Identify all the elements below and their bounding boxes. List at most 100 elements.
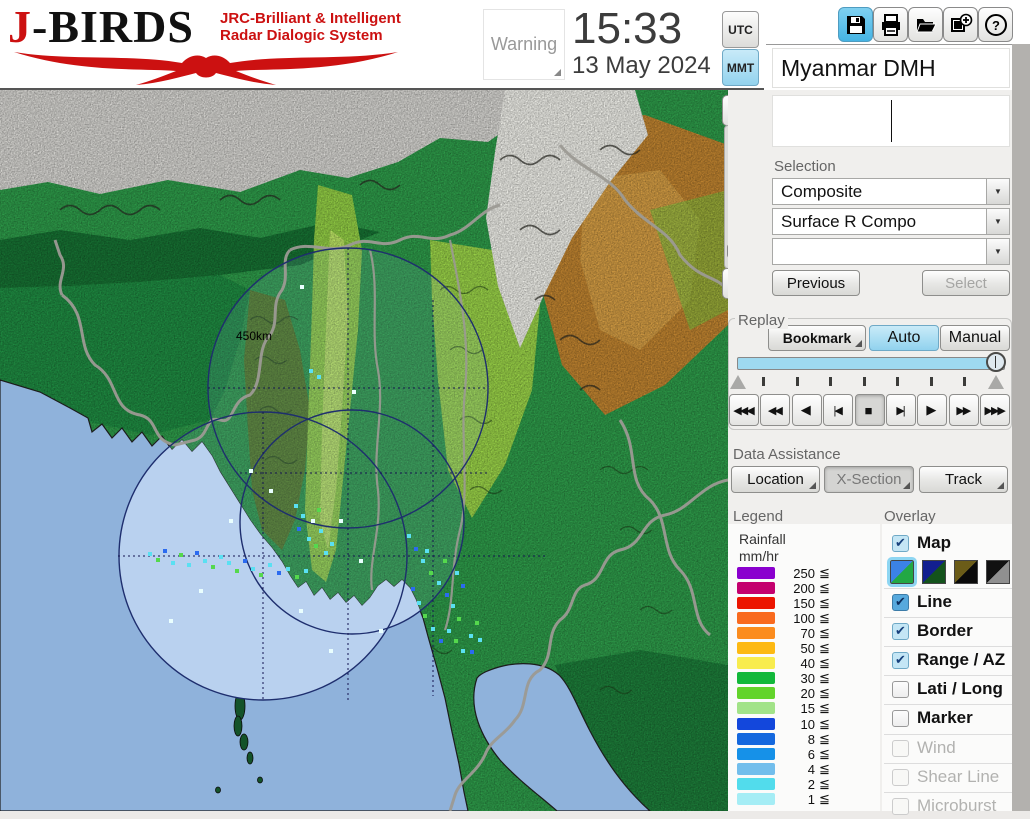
legend-value: 6 bbox=[807, 746, 815, 762]
timezone-utc-button[interactable]: UTC bbox=[722, 11, 759, 48]
echo-dot bbox=[229, 519, 233, 523]
legend-value: 20 bbox=[800, 686, 815, 702]
data-assistance-label: Data Assistance bbox=[733, 446, 841, 463]
overlay-item-label: Range / AZ bbox=[917, 650, 1006, 669]
overlay-row-line: ✔ Line bbox=[884, 588, 1012, 615]
legend-row: 40 ≦ bbox=[737, 655, 837, 672]
previous-button[interactable]: Previous bbox=[772, 270, 860, 296]
manual-mode-button[interactable]: Manual bbox=[940, 325, 1010, 351]
print-button[interactable] bbox=[873, 7, 908, 42]
slider-end-marker[interactable] bbox=[988, 375, 1004, 389]
map-style-terrain-gray[interactable] bbox=[986, 560, 1010, 584]
echo-dot bbox=[324, 551, 328, 555]
echo-dot bbox=[156, 558, 160, 562]
stop-button[interactable]: ■ bbox=[854, 394, 885, 426]
legend-row: 150 ≦ bbox=[737, 595, 837, 611]
chevron-down-icon[interactable]: ▼ bbox=[986, 239, 1009, 264]
toolbar-divider bbox=[766, 44, 1012, 45]
step-back-button[interactable]: |◀ bbox=[823, 394, 854, 426]
echo-dot bbox=[251, 567, 255, 571]
legend-value: 2 bbox=[807, 776, 815, 792]
echo-dot bbox=[249, 469, 253, 473]
x-section-button[interactable]: X-Section bbox=[824, 466, 914, 493]
location-button[interactable]: Location bbox=[731, 466, 820, 493]
step-forward-button[interactable]: ▶| bbox=[886, 394, 916, 426]
eagle-logo-icon bbox=[14, 52, 398, 85]
echo-dot bbox=[301, 514, 305, 518]
legend-lte-symbol: ≦ bbox=[819, 760, 830, 776]
jump-to-start-button[interactable]: ◀◀◀ bbox=[729, 394, 759, 426]
clock-time: 15:33 bbox=[572, 4, 683, 53]
radar-map[interactable]: 450km bbox=[0, 90, 730, 812]
echo-dot bbox=[330, 542, 334, 546]
line-checkbox[interactable]: ✔ bbox=[892, 593, 909, 611]
overlay-item-label: Map bbox=[917, 533, 951, 552]
range-ring-label: 450km bbox=[236, 329, 272, 343]
overlay-row-lati-long: Lati / Long bbox=[884, 675, 1012, 702]
track-button[interactable]: Track bbox=[919, 466, 1008, 493]
legend-value: 8 bbox=[807, 731, 815, 747]
echo-dot bbox=[187, 563, 191, 567]
selection-dropdown-2[interactable]: Surface R Compo ▼ bbox=[772, 208, 1010, 235]
selection-dropdown-3[interactable]: ▼ bbox=[772, 238, 1010, 265]
panel-collapse-strip[interactable] bbox=[1012, 44, 1030, 811]
echo-dot bbox=[461, 649, 465, 653]
legend-value: 15 bbox=[800, 701, 815, 717]
replay-slider-handle[interactable] bbox=[986, 352, 1006, 372]
echo-dot bbox=[179, 553, 183, 557]
slider-start-marker[interactable] bbox=[730, 375, 746, 389]
legend-color-swatch bbox=[737, 717, 775, 730]
play-button[interactable]: ▶ bbox=[917, 394, 948, 426]
echo-dot bbox=[470, 650, 474, 654]
echo-dot bbox=[425, 549, 429, 553]
overlay-row-shear-line: Shear Line bbox=[884, 763, 1012, 790]
map-style-terrain-olive[interactable] bbox=[954, 560, 978, 584]
range-az-checkbox[interactable]: ✔ bbox=[892, 651, 909, 669]
map-checkbox[interactable]: ✔ bbox=[892, 534, 909, 552]
jump-to-end-button[interactable]: ▶▶▶ bbox=[980, 394, 1011, 426]
echo-dot bbox=[457, 617, 461, 621]
overlay-row-map: ✔ Map bbox=[884, 530, 1012, 556]
legend-color-swatch bbox=[737, 762, 775, 775]
echo-dot bbox=[195, 551, 199, 555]
add-image-button[interactable] bbox=[943, 7, 978, 42]
query-input[interactable] bbox=[772, 95, 1010, 147]
echo-dot bbox=[329, 649, 333, 653]
echo-dot bbox=[414, 547, 418, 551]
selection-dropdown-1[interactable]: Composite ▼ bbox=[772, 178, 1010, 205]
legend-lte-symbol: ≦ bbox=[819, 670, 830, 686]
echo-dot bbox=[319, 529, 323, 533]
echo-dot bbox=[259, 573, 263, 577]
play-reverse-button[interactable]: ◀ bbox=[791, 394, 822, 426]
timezone-mmt-button[interactable]: MMT bbox=[722, 49, 759, 86]
lati-long-checkbox[interactable] bbox=[892, 680, 909, 698]
slider-tick bbox=[862, 377, 866, 386]
echo-dot bbox=[219, 555, 223, 559]
warning-button[interactable]: Warning bbox=[483, 9, 565, 80]
marker-checkbox[interactable] bbox=[892, 709, 909, 727]
fast-forward-button[interactable]: ▶▶ bbox=[948, 394, 979, 426]
echo-dot bbox=[277, 571, 281, 575]
legend-color-swatch bbox=[737, 627, 775, 640]
header-divider bbox=[0, 88, 764, 90]
auto-mode-button[interactable]: Auto bbox=[869, 325, 939, 351]
map-style-terrain-dark-blue[interactable] bbox=[922, 560, 946, 584]
echo-dot bbox=[211, 565, 215, 569]
replay-slider-track[interactable] bbox=[737, 357, 1005, 370]
legend-lte-symbol: ≦ bbox=[819, 700, 830, 716]
help-button[interactable]: ? bbox=[978, 7, 1013, 42]
select-button[interactable]: Select bbox=[922, 270, 1010, 296]
border-checkbox[interactable]: ✔ bbox=[892, 622, 909, 640]
echo-dot bbox=[307, 537, 311, 541]
overlay-item-label: Line bbox=[917, 592, 952, 611]
chevron-down-icon[interactable]: ▼ bbox=[986, 209, 1009, 234]
chevron-down-icon[interactable]: ▼ bbox=[986, 179, 1009, 204]
open-folder-button[interactable] bbox=[908, 7, 943, 42]
save-button[interactable] bbox=[838, 7, 873, 42]
fast-rewind-button[interactable]: ◀◀ bbox=[760, 394, 791, 426]
echo-dot bbox=[469, 634, 473, 638]
map-style-terrain-color[interactable] bbox=[887, 557, 917, 587]
echo-dot bbox=[447, 629, 451, 633]
legend-value: 40 bbox=[800, 656, 815, 672]
dropdown-value: Surface R Compo bbox=[781, 211, 917, 231]
